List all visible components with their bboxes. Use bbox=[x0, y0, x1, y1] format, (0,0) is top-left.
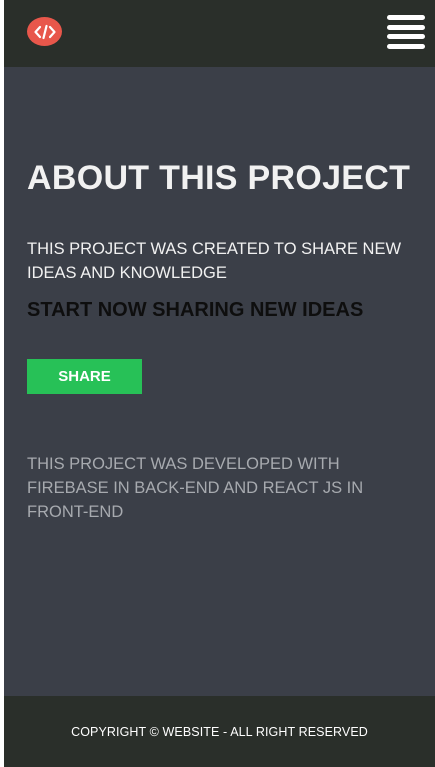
menu-bar bbox=[387, 43, 425, 49]
header bbox=[4, 0, 435, 67]
project-description: THIS PROJECT WAS CREATED TO SHARE NEW ID… bbox=[27, 240, 402, 282]
menu-bar bbox=[387, 34, 425, 39]
menu-bar bbox=[387, 24, 425, 30]
footer: COPYRIGHT © WEBSITE - ALL RIGHT RESERVED bbox=[4, 696, 435, 767]
share-button[interactable]: SHARE bbox=[27, 359, 142, 394]
page: ABOUT THIS PROJECT THIS PROJECT WAS CREA… bbox=[4, 0, 435, 767]
tech-stack-note: THIS PROJECT WAS DEVELOPED WITH FIREBASE… bbox=[27, 455, 364, 521]
copyright-text: COPYRIGHT © WEBSITE - ALL RIGHT RESERVED bbox=[71, 724, 368, 739]
main-content: ABOUT THIS PROJECT THIS PROJECT WAS CREA… bbox=[4, 67, 435, 696]
menu-button[interactable] bbox=[387, 15, 425, 49]
page-title: ABOUT THIS PROJECT bbox=[27, 159, 411, 197]
logo[interactable] bbox=[27, 17, 62, 46]
code-icon bbox=[33, 24, 56, 40]
menu-bar bbox=[387, 15, 425, 20]
call-to-action-heading: START NOW SHARING NEW IDEAS bbox=[27, 299, 364, 321]
